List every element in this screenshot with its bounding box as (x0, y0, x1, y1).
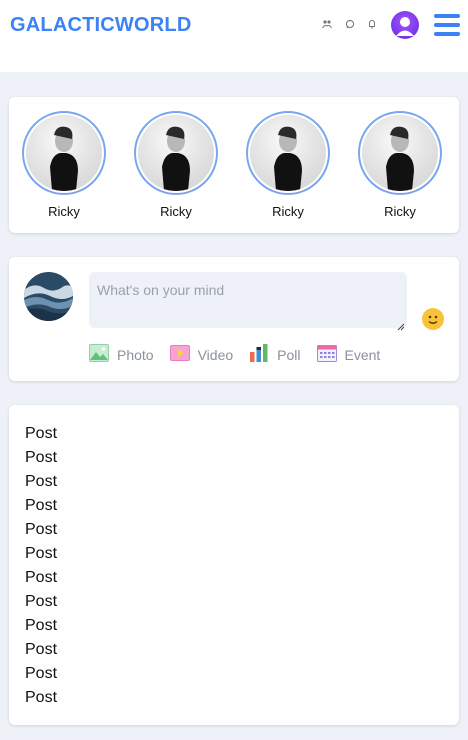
brand-logo[interactable]: GALACTICWORLD (10, 14, 191, 37)
story-name: Ricky (48, 204, 80, 219)
post-item[interactable]: Post (25, 566, 57, 590)
users-icon[interactable] (321, 18, 333, 30)
stories-card: Ricky Ricky Ricky Ricky (9, 97, 459, 233)
story-item[interactable]: Ricky (357, 111, 443, 221)
post-text-input[interactable] (89, 272, 407, 328)
menu-icon[interactable] (434, 14, 460, 36)
post-item[interactable]: Post (25, 494, 57, 518)
post-item[interactable]: Post (25, 590, 57, 614)
emoji-icon[interactable] (422, 308, 444, 330)
post-item[interactable]: Post (25, 518, 57, 542)
video-icon (169, 344, 190, 366)
story-avatar-ring (246, 111, 330, 195)
post-item[interactable]: Post (25, 470, 57, 494)
poll-icon (249, 343, 269, 368)
story-avatar-image (138, 115, 214, 191)
story-avatar-ring (358, 111, 442, 195)
post-item[interactable]: Post (25, 686, 57, 710)
story-avatar-image (26, 115, 102, 191)
post-composer: Photo Video Poll (9, 257, 459, 381)
story-avatar-image (250, 115, 326, 191)
post-item[interactable]: Post (25, 614, 57, 638)
story-name: Ricky (272, 204, 304, 219)
post-item[interactable]: Post (25, 662, 57, 686)
story-item[interactable]: Ricky (133, 111, 219, 221)
composer-actions: Photo Video Poll Event (89, 343, 396, 368)
resize-handle-icon[interactable] (397, 318, 405, 331)
post-item[interactable]: Post (25, 542, 57, 566)
video-action-button[interactable]: Video (169, 344, 234, 366)
chat-icon[interactable] (344, 18, 356, 30)
story-avatar-ring (22, 111, 106, 195)
bell-icon[interactable] (366, 18, 378, 30)
composer-avatar[interactable] (24, 272, 73, 321)
event-action-button[interactable]: Event (316, 344, 381, 367)
event-label: Event (344, 347, 381, 363)
post-list: Post Post Post Post Post Post Post Post … (25, 422, 57, 710)
story-avatar-ring (134, 111, 218, 195)
post-item[interactable]: Post (25, 422, 57, 446)
photo-icon (89, 343, 109, 367)
story-name: Ricky (160, 204, 192, 219)
post-item[interactable]: Post (25, 446, 57, 470)
calendar-icon (316, 344, 337, 367)
profile-avatar-icon[interactable] (391, 11, 419, 39)
top-header: GALACTICWORLD (0, 0, 468, 72)
feed-card: Post Post Post Post Post Post Post Post … (9, 405, 459, 725)
story-avatar-image (362, 115, 438, 191)
video-label: Video (197, 347, 234, 363)
poll-label: Poll (277, 347, 301, 363)
story-item[interactable]: Ricky (245, 111, 331, 221)
poll-action-button[interactable]: Poll (249, 343, 301, 368)
story-item[interactable]: Ricky (21, 111, 107, 221)
photo-label: Photo (117, 347, 154, 363)
post-item[interactable]: Post (25, 638, 57, 662)
photo-action-button[interactable]: Photo (89, 343, 154, 367)
story-name: Ricky (384, 204, 416, 219)
